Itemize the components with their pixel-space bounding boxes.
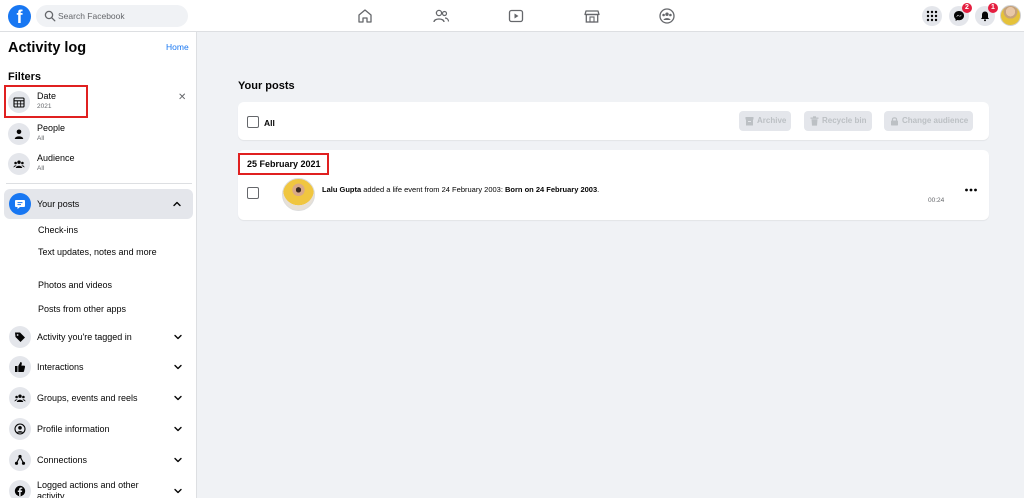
filters-heading: Filters [8,71,42,83]
category-your-posts-label: Your posts [37,199,80,209]
date-heading-highlight [238,153,329,175]
facebook-logo-letter: f [16,7,23,27]
filter-people-value: All [37,135,45,142]
groups-icon [9,387,31,409]
category-logged-actions[interactable]: Logged actions and other activity [4,478,193,498]
select-all-checkbox[interactable] [247,116,259,128]
filter-audience-label: Audience [37,153,75,163]
filter-audience-value: All [37,165,45,172]
archive-label: Archive [757,116,787,125]
notifications-button[interactable]: 1 [975,3,998,26]
category-profile-information[interactable]: Profile information [4,416,193,442]
home-link[interactable]: Home [166,42,189,52]
audience-icon [8,153,30,175]
sidebar-title: Activity log [8,40,87,56]
change-audience-button[interactable]: Change audience [884,111,973,131]
facebook-icon [9,480,31,498]
top-navigation-bar: f 2 1 [0,0,1024,32]
post-checkbox[interactable] [247,187,259,199]
category-groups-label: Groups, events and reels [37,393,138,403]
search-box[interactable] [36,5,188,27]
subcategory-text-updates[interactable]: Text updates, notes and more [38,247,158,258]
post-event: Born on 24 February 2003 [505,185,598,194]
archive-icon [745,117,754,126]
archive-button[interactable]: Archive [739,111,791,131]
messenger-badge: 2 [962,3,972,13]
person-icon [8,123,30,145]
marketplace-icon[interactable] [583,7,601,25]
post-description[interactable]: Lalu Gupta added a life event from 24 Fe… [322,185,599,194]
filter-people-label: People [37,123,66,133]
filter-people[interactable]: People All [6,120,186,150]
chevron-down-icon[interactable] [173,486,183,496]
subcategory-check-ins[interactable]: Check-ins [38,225,78,236]
chevron-down-icon[interactable] [173,362,183,372]
notifications-badge: 1 [988,3,998,13]
author-avatar[interactable] [282,178,315,211]
groups-icon[interactable] [658,7,676,25]
category-connections[interactable]: Connections [4,447,193,473]
category-logged-actions-label: Logged actions and other activity [37,480,139,498]
chevron-down-icon[interactable] [173,455,183,465]
sidebar-divider [6,183,192,184]
date-filter-highlight [4,85,88,118]
filter-audience[interactable]: Audience All [6,150,186,180]
subcategory-other-apps[interactable]: Posts from other apps [38,304,126,315]
messenger-button[interactable]: 2 [949,3,972,26]
category-tagged[interactable]: Activity you're tagged in [4,324,193,350]
friends-icon[interactable] [432,7,450,25]
trash-icon [810,116,819,126]
search-icon [44,10,56,22]
more-options-icon[interactable] [964,186,978,194]
posts-icon [9,193,31,215]
menu-grid-icon [926,10,938,22]
category-tagged-label: Activity you're tagged in [37,332,132,342]
tag-icon [9,326,31,348]
home-icon[interactable] [356,7,374,25]
category-profile-label: Profile information [37,424,110,434]
search-input[interactable] [58,5,183,27]
profile-icon [9,418,31,440]
change-audience-label: Change audience [902,116,969,125]
facebook-logo[interactable]: f [8,5,31,28]
thumbs-up-icon [9,356,31,378]
connections-icon [9,449,31,471]
lock-icon [891,117,898,126]
chevron-down-icon[interactable] [173,393,183,403]
account-avatar[interactable] [1000,5,1021,26]
recycle-bin-label: Recycle bin [822,116,867,125]
activity-log-sidebar: Activity log Home Filters Date 2021 ✕ Pe… [0,32,197,498]
subcategory-photos-videos[interactable]: Photos and videos [38,280,112,291]
category-interactions-label: Interactions [37,362,84,372]
post-action-text: added a life event from 24 February 2003… [361,185,506,194]
chevron-down-icon[interactable] [173,424,183,434]
select-all-label: All [264,118,275,128]
bulk-actions-card [238,102,989,140]
post-end: . [597,185,600,194]
category-groups-events-reels[interactable]: Groups, events and reels [4,385,193,411]
category-interactions[interactable]: Interactions [4,354,193,380]
category-your-posts[interactable]: Your posts [4,189,193,219]
chevron-up-icon[interactable] [172,199,182,209]
clear-filter-icon[interactable]: ✕ [178,92,186,103]
post-timestamp: 00:24 [928,197,945,204]
category-connections-label: Connections [37,455,88,465]
page-title: Your posts [238,80,295,92]
watch-icon[interactable] [507,7,525,25]
post-author[interactable]: Lalu Gupta [322,185,361,194]
menu-button[interactable] [922,6,942,26]
recycle-bin-button[interactable]: Recycle bin [804,111,872,131]
chevron-down-icon[interactable] [173,332,183,342]
